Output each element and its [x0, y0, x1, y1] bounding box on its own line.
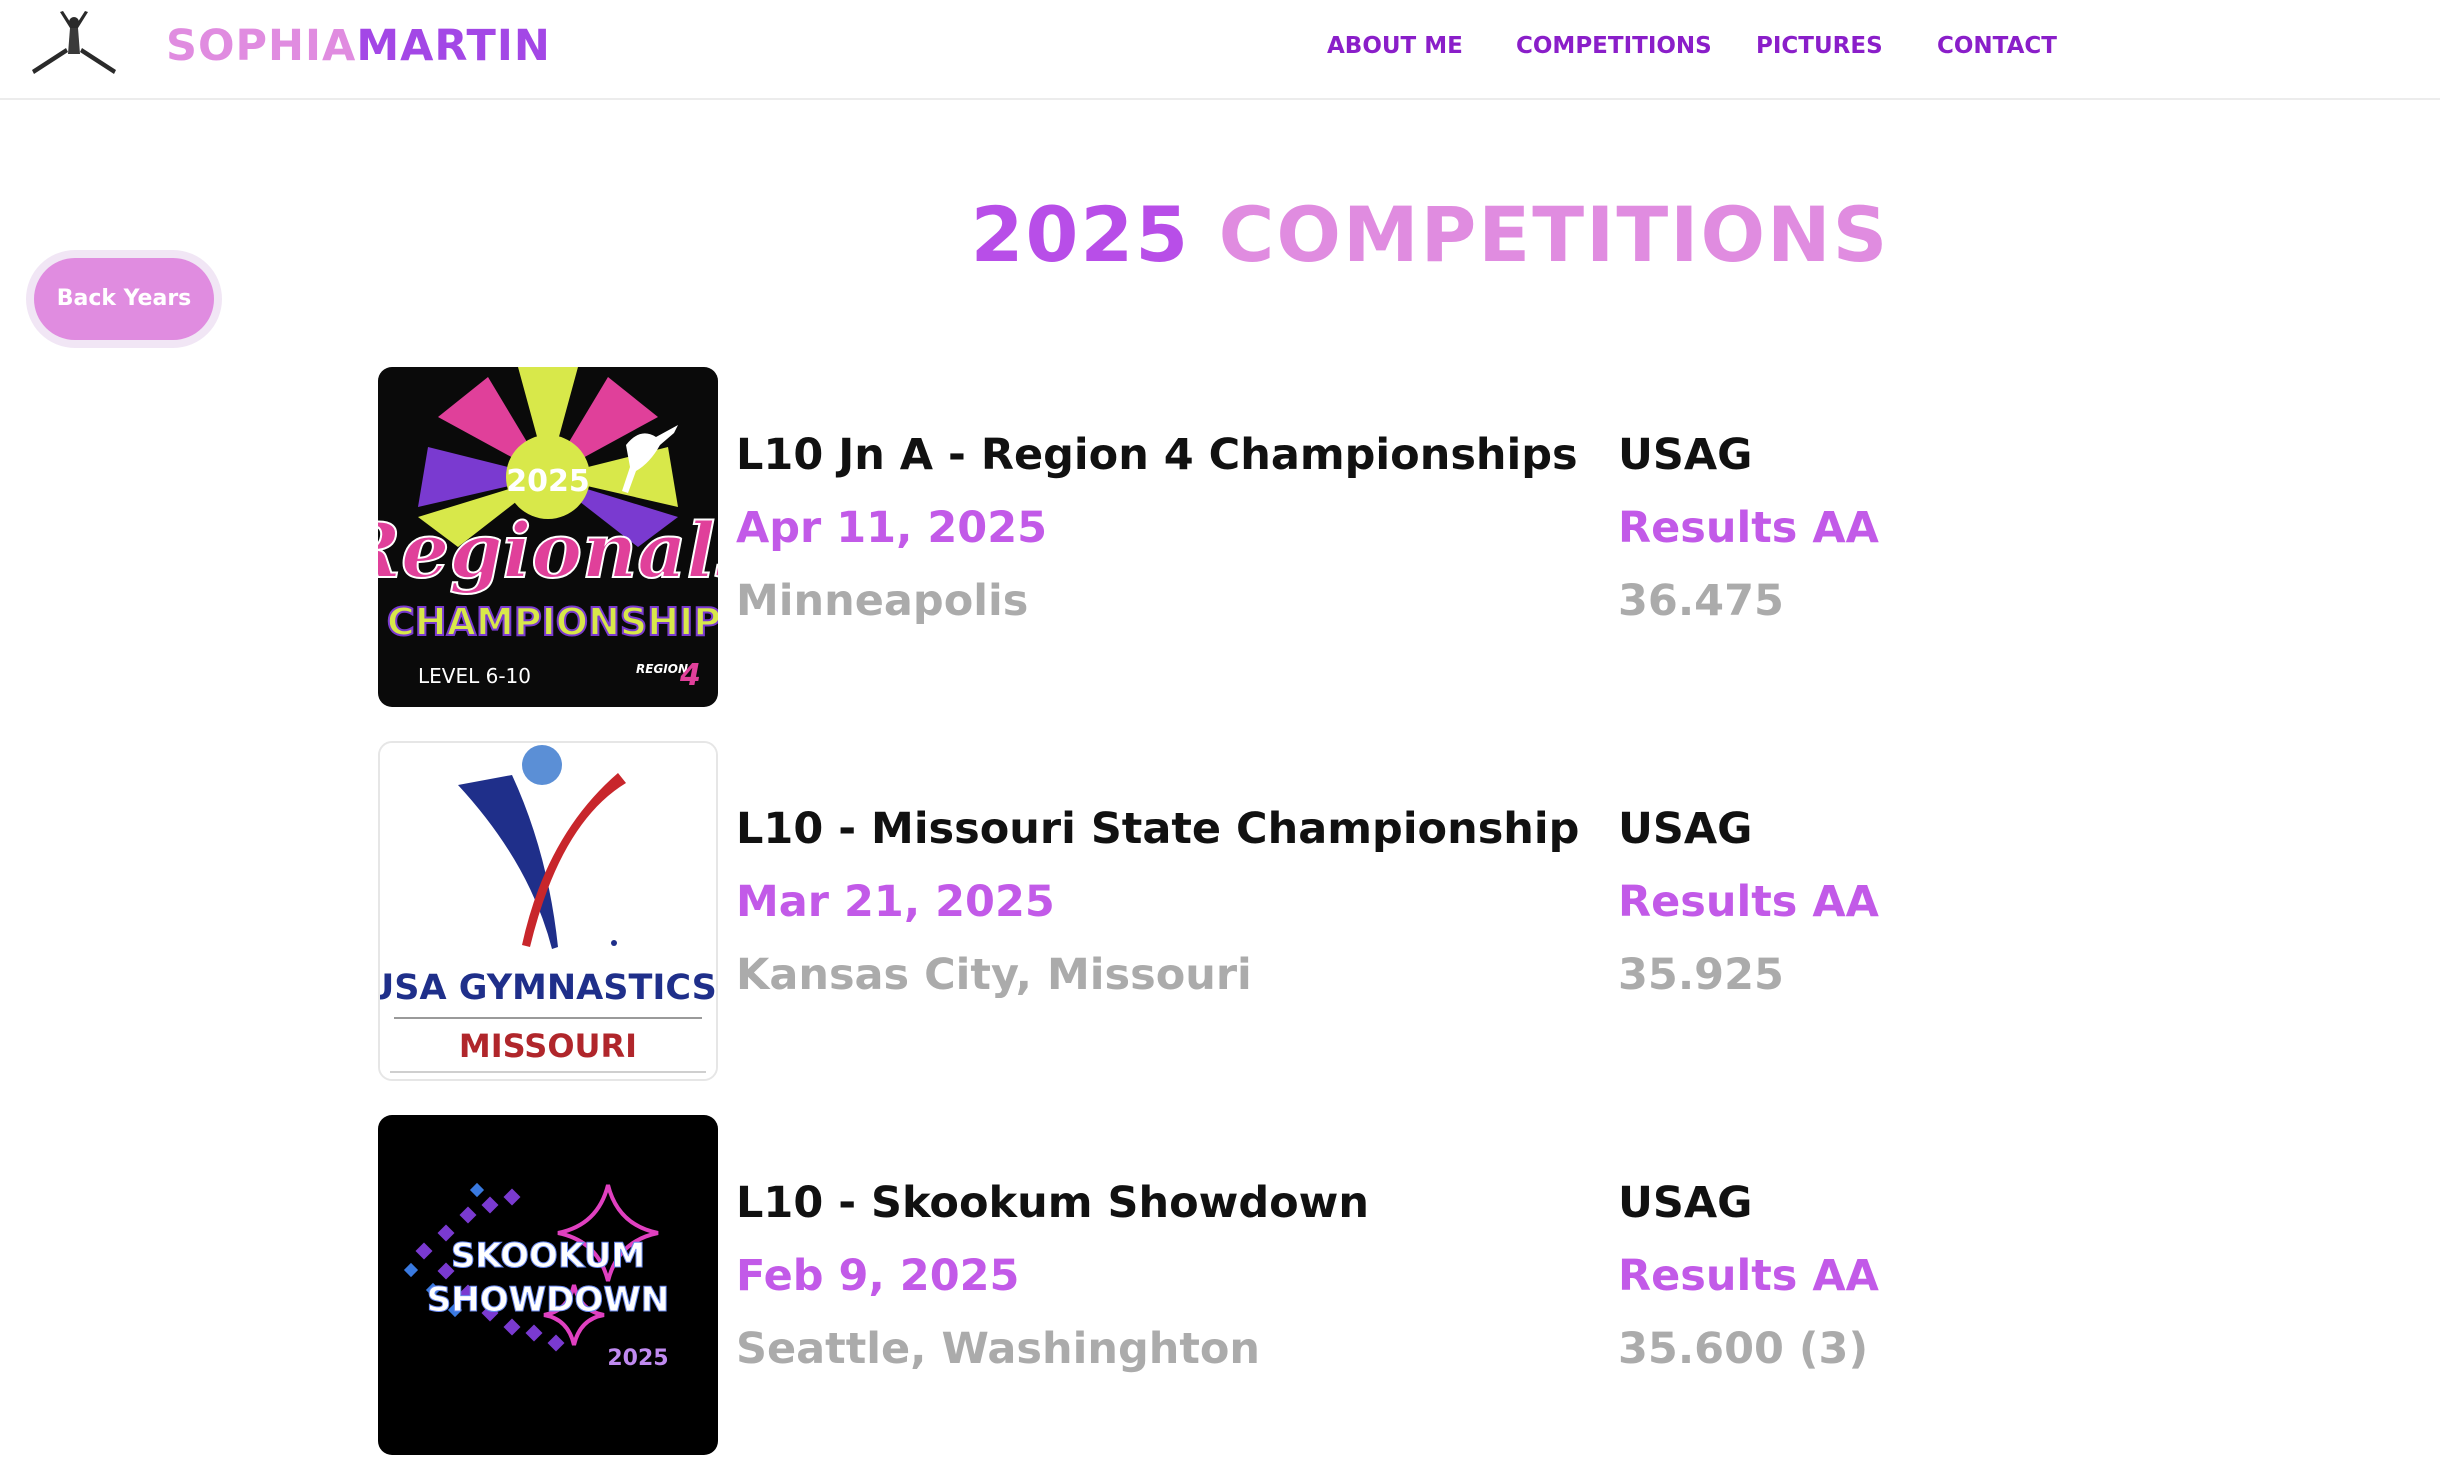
competition-score: 36.475 [1618, 576, 1784, 626]
brand-first-name: SOPHIA [166, 21, 357, 71]
regionals-logo-word: CHAMPIONSHIP [387, 600, 718, 644]
competition-row: 2025 Regionals CHAMPIONSHIP LEVEL 6-10 R… [378, 367, 2078, 707]
brand-last-name: MARTIN [356, 21, 551, 71]
nav-pictures[interactable]: PICTURES [1756, 26, 1883, 66]
regionals-logo-year: 2025 [506, 464, 590, 499]
competition-score: 35.925 [1618, 950, 1784, 1000]
regionals-logo-level: LEVEL 6-10 [418, 664, 531, 688]
competition-date: Mar 21, 2025 [736, 877, 1055, 927]
site-brand[interactable]: SOPHIAMARTIN [166, 16, 551, 76]
competition-score: 35.600 (3) [1618, 1324, 1869, 1374]
competition-location: Minneapolis [736, 576, 1029, 626]
skookum-logo-line1: SKOOKUM [451, 1236, 645, 1276]
competition-date: Apr 11, 2025 [736, 503, 1048, 553]
competition-results-link[interactable]: Results AA [1618, 874, 1879, 930]
competition-name: L10 - Skookum Showdown [736, 1178, 1370, 1228]
competition-location: Kansas City, Missouri [736, 950, 1252, 1000]
page-title: 2025 COMPETITIONS [0, 180, 2440, 290]
regionals-championship-logo[interactable]: 2025 Regionals CHAMPIONSHIP LEVEL 6-10 R… [378, 367, 718, 707]
gymnast-logo-icon[interactable] [30, 8, 118, 82]
competition-org: USAG [1618, 804, 1753, 854]
competition-results-link[interactable]: Results AA [1618, 500, 1879, 556]
usa-gymnastics-missouri-logo[interactable]: USA GYMNASTICS. MISSOURI [378, 741, 718, 1081]
nav-competitions[interactable]: COMPETITIONS [1516, 26, 1712, 66]
competition-row: USA GYMNASTICS. MISSOURI L10 - Missouri … [378, 741, 2078, 1081]
competition-row: SKOOKUM SHOWDOWN 2025 L10 - Skookum Show… [378, 1115, 2078, 1455]
skookum-logo-line2: SHOWDOWN [427, 1280, 669, 1320]
page-title-year: 2025 [970, 190, 1191, 279]
regionals-logo-script: Regionals [378, 506, 718, 595]
competition-date: Feb 9, 2025 [736, 1251, 1020, 1301]
site-header: SOPHIAMARTIN ABOUT ME COMPETITIONS PICTU… [0, 0, 2440, 100]
competition-results-link[interactable]: Results AA [1618, 1248, 1879, 1304]
skookum-logo-year: 2025 [607, 1346, 668, 1371]
regionals-logo-region-num: 4 [679, 658, 701, 693]
page-title-word: COMPETITIONS [1218, 190, 1890, 279]
competition-location: Seattle, Washinghton [736, 1324, 1261, 1374]
competition-name: L10 Jn A - Region 4 Championships [736, 430, 1578, 480]
competition-org: USAG [1618, 1178, 1753, 1228]
usag-logo-line1: USA GYMNASTICS. [380, 968, 716, 1008]
competition-org: USAG [1618, 430, 1753, 480]
usag-logo-line2: MISSOURI [459, 1027, 637, 1065]
nav-about-me[interactable]: ABOUT ME [1327, 26, 1463, 66]
nav-contact[interactable]: CONTACT [1937, 26, 2057, 66]
competition-name: L10 - Missouri State Championship [736, 804, 1580, 854]
skookum-showdown-logo[interactable]: SKOOKUM SHOWDOWN 2025 [378, 1115, 718, 1455]
